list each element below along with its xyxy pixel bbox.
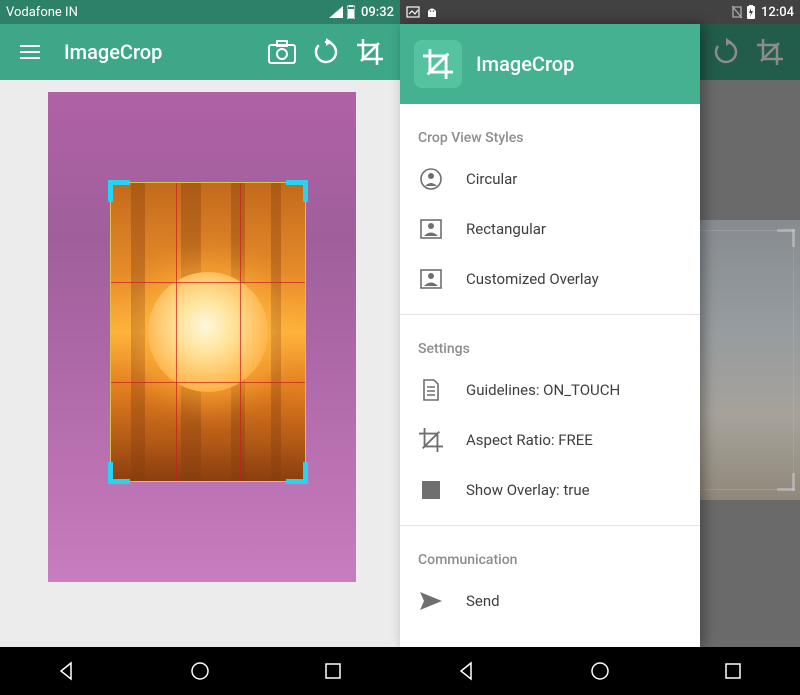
rotate-icon [712,38,740,66]
send-icon [418,588,444,614]
crop-handle-tl[interactable] [108,180,130,202]
grid-line [240,183,241,481]
crop-button [748,30,792,74]
crop-handle-br[interactable] [286,462,308,484]
phone-left: Vodafone IN 09:32 ImageCrop [0,0,400,695]
carrier-label: Vodafone IN [6,5,329,20]
phone-right: 12:04 ImageCrop [400,0,800,695]
drawer-item-guidelines[interactable]: Guidelines: ON_TOUCH [400,365,700,415]
drawer-item-label: Customized Overlay [466,270,599,288]
back-icon [57,661,77,681]
drawer-item-show-overlay[interactable]: Show Overlay: true [400,465,700,515]
person-circle-icon [418,166,444,192]
crop-overlay[interactable] [110,182,306,482]
section-crop-styles: Crop View Styles [400,114,700,154]
camera-button[interactable] [260,30,304,74]
crop-handle-bl[interactable] [108,462,130,484]
square-icon [418,477,444,503]
drawer-header: ImageCrop [400,24,700,104]
crop-icon [757,39,783,65]
home-icon [590,661,610,681]
divider [400,314,700,315]
screenshot-icon [406,6,420,18]
status-bar: Vodafone IN 09:32 [0,0,400,24]
drawer-item-circular[interactable]: Circular [400,154,700,204]
drawer-item-aspect-ratio[interactable]: Aspect Ratio: FREE [400,415,700,465]
rotate-button[interactable] [304,30,348,74]
crop-handle-tr[interactable] [286,180,308,202]
status-bar: 12:04 [400,0,800,24]
crop-icon [357,39,383,65]
grid-line [111,282,305,283]
drawer-item-label: Rectangular [466,220,546,238]
nav-recent-button[interactable] [319,657,347,685]
person-rect-icon [418,216,444,242]
drawer-item-label: Circular [466,170,517,188]
nav-home-button[interactable] [186,657,214,685]
section-settings: Settings [400,325,700,365]
app-logo [414,40,462,88]
document-icon [418,377,444,403]
image-stage[interactable] [48,92,356,582]
battery-charging-icon [747,5,755,19]
home-icon [190,661,210,681]
divider [400,525,700,526]
drawer-item-label: Show Overlay: true [466,481,590,499]
drawer-item-label: Aspect Ratio: FREE [466,431,593,449]
drawer-item-custom-overlay[interactable]: Customized Overlay [400,254,700,304]
section-communication: Communication [400,536,700,576]
drawer-body[interactable]: Crop View Styles Circular Rectangular Cu… [400,104,700,647]
status-clock: 09:32 [361,5,394,20]
person-rect-icon [418,266,444,292]
drawer-item-label: Guidelines: ON_TOUCH [466,381,620,399]
crop-icon [418,427,444,453]
content-area [0,80,400,647]
no-sim-icon [731,5,743,19]
drawer-title: ImageCrop [476,52,574,76]
nav-drawer[interactable]: ImageCrop Crop View Styles Circular Rect… [400,24,700,647]
nav-back-button[interactable] [53,657,81,685]
drawer-item-label: Send [466,592,500,610]
recent-icon [324,662,342,680]
drawer-item-rectangular[interactable]: Rectangular [400,204,700,254]
nav-bar [400,647,800,695]
app-bar: ImageCrop [0,24,400,80]
app-title: ImageCrop [64,40,260,64]
grid-line [176,183,177,481]
nav-recent-button[interactable] [719,657,747,685]
nav-bar [0,647,400,695]
recent-icon [724,662,742,680]
back-icon [457,661,477,681]
crop-button[interactable] [348,30,392,74]
rotate-button [704,30,748,74]
drawer-item-send[interactable]: Send [400,576,700,626]
battery-icon [347,5,355,19]
rotate-icon [312,38,340,66]
nav-back-button[interactable] [453,657,481,685]
status-clock: 12:04 [761,5,794,20]
android-icon [426,6,438,18]
camera-icon [268,40,296,64]
nav-home-button[interactable] [586,657,614,685]
grid-line [111,382,305,383]
menu-button[interactable] [8,30,52,74]
hamburger-icon [20,45,40,59]
signal-icon [329,6,343,18]
